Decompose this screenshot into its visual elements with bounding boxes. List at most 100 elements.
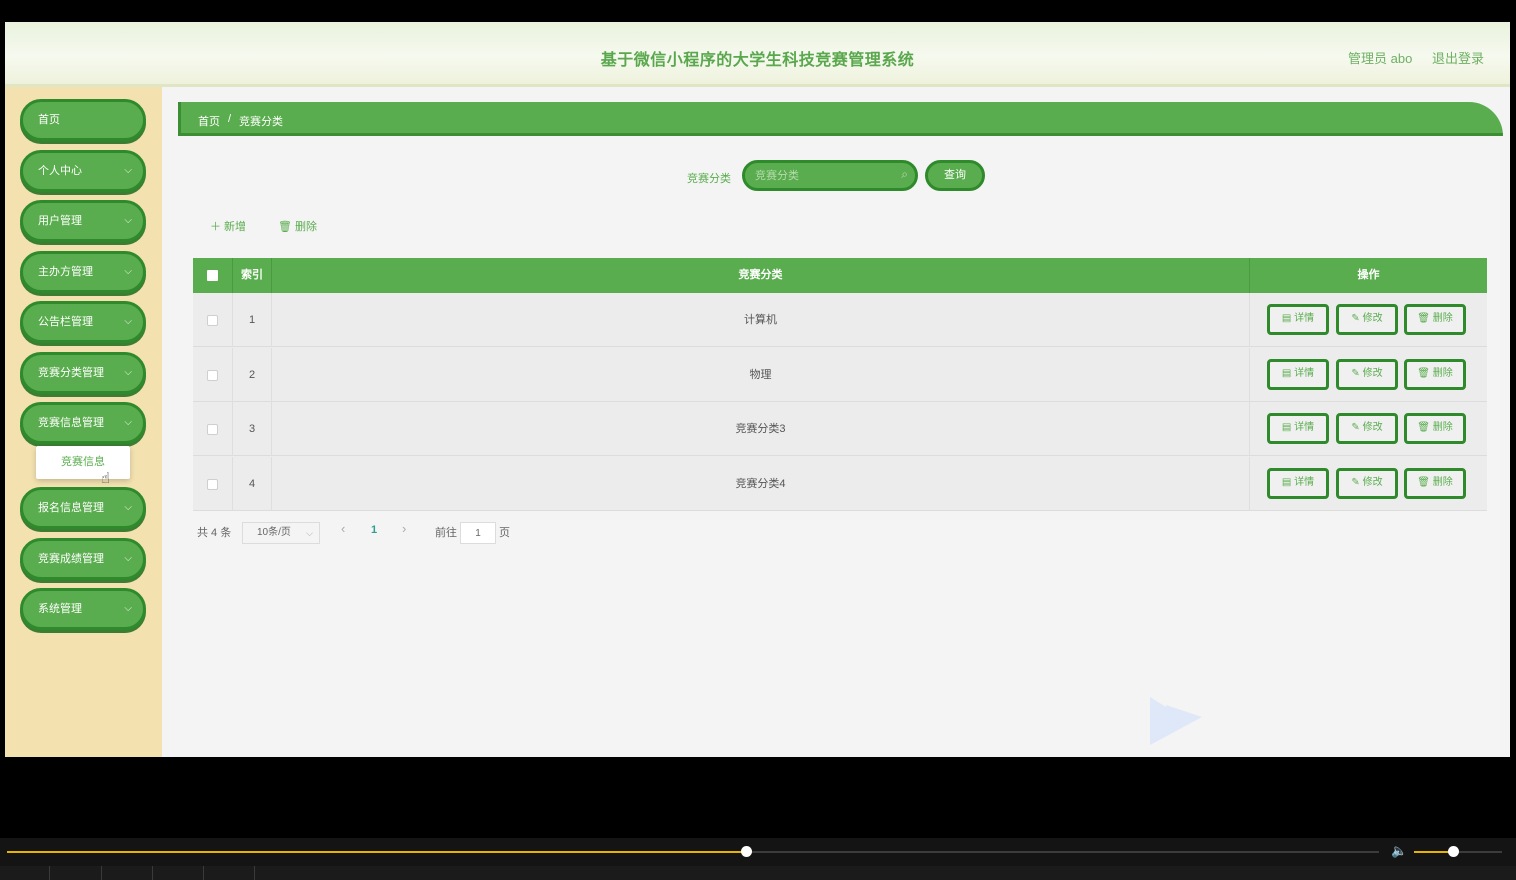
edit-button[interactable]: ✎ 修改 bbox=[1336, 467, 1398, 499]
goto-prefix: 前往 bbox=[435, 527, 457, 539]
volume-track[interactable] bbox=[1414, 846, 1502, 857]
admin-name: 管理员 abo bbox=[1348, 51, 1413, 66]
select-all-checkbox[interactable] bbox=[207, 270, 218, 281]
progress-track[interactable] bbox=[7, 846, 1379, 857]
chevron-down-icon: ⌵ bbox=[124, 165, 132, 176]
breadcrumb-separator: / bbox=[228, 113, 232, 125]
sidebar-item-label: 竞赛分类管理 bbox=[38, 367, 104, 379]
progress-knob[interactable] bbox=[740, 846, 752, 857]
sidebar-item-7[interactable]: 报名信息管理 ⌵ bbox=[20, 487, 146, 529]
page-size-select[interactable]: 10条/页 ⌵ bbox=[242, 522, 320, 544]
header-select bbox=[193, 258, 233, 293]
header-index: 索引 bbox=[233, 258, 272, 293]
row-index: 1 bbox=[233, 293, 272, 347]
sidebar-item-1[interactable]: 个人中心 ⌵ bbox=[20, 150, 146, 192]
row-select bbox=[193, 402, 233, 456]
sidebar-item-label: 首页 bbox=[38, 114, 60, 126]
row-select bbox=[193, 347, 233, 402]
add-button[interactable]: ＋ 新增 bbox=[210, 218, 246, 234]
volume-icon[interactable]: 🔈 bbox=[1391, 843, 1407, 859]
row-ops: ▤ 详情 ✎ 修改 🗑 删除 bbox=[1250, 402, 1487, 456]
delete-button[interactable]: 🗑 删除 bbox=[1404, 304, 1466, 335]
sidebar-item-0[interactable]: 首页 bbox=[20, 99, 146, 141]
sidebar-item-4[interactable]: 公告栏管理 ⌵ bbox=[20, 301, 146, 343]
page-title: 基于微信小程序的大学生科技竞赛管理系统 bbox=[600, 52, 915, 69]
row-select bbox=[193, 293, 233, 347]
batch-delete-button[interactable]: 🗑 删除 bbox=[278, 218, 317, 234]
delete-button[interactable]: 🗑 删除 bbox=[1404, 467, 1466, 499]
chevron-down-icon: ⌵ bbox=[124, 316, 132, 327]
header: 基于微信小程序的大学生科技竞赛管理系统 管理员 abo 退出登录 bbox=[5, 22, 1510, 87]
detail-button[interactable]: ▤ 详情 bbox=[1267, 358, 1329, 390]
search-field[interactable]: ⌕ bbox=[742, 160, 918, 191]
app-window: 基于微信小程序的大学生科技竞赛管理系统 管理员 abo 退出登录 首页个人中心 ⌵… bbox=[5, 22, 1510, 757]
row-category: 竞赛分类3 bbox=[272, 402, 1250, 456]
row-category: 物理 bbox=[272, 347, 1250, 402]
header-category: 竞赛分类 bbox=[272, 258, 1250, 293]
taskbar bbox=[0, 866, 1516, 880]
goto-page-input[interactable] bbox=[460, 522, 496, 544]
row-checkbox[interactable] bbox=[207, 424, 218, 435]
chevron-down-icon: ⌵ bbox=[124, 266, 132, 277]
category-table: 索引 竞赛分类 操作 1 计算机 ▤ 详情 ✎ 修改 🗑 删除 2 物理 ▤ 详情 ✎ 修改 🗑 … bbox=[193, 258, 1487, 511]
edit-button[interactable]: ✎ 修改 bbox=[1336, 413, 1398, 444]
prev-page-button[interactable]: ‹ bbox=[341, 521, 345, 536]
row-index: 2 bbox=[233, 347, 272, 402]
next-page-button[interactable]: › bbox=[402, 521, 406, 536]
breadcrumb: 首页 / 竞赛分类 bbox=[178, 102, 1503, 136]
detail-button[interactable]: ▤ 详情 bbox=[1267, 304, 1329, 335]
row-checkbox[interactable] bbox=[207, 478, 218, 490]
row-category: 计算机 bbox=[272, 293, 1250, 347]
chevron-down-icon: ⌵ bbox=[124, 502, 132, 513]
row-index: 4 bbox=[233, 456, 272, 511]
delete-button[interactable]: 🗑 删除 bbox=[1404, 358, 1466, 390]
sidebar-item-label: 竞赛信息管理 bbox=[38, 417, 104, 429]
detail-button[interactable]: ▤ 详情 bbox=[1267, 467, 1329, 499]
row-index: 3 bbox=[233, 402, 272, 456]
edit-button[interactable]: ✎ 修改 bbox=[1336, 358, 1398, 390]
table-row: 1 计算机 ▤ 详情 ✎ 修改 🗑 删除 bbox=[193, 293, 1487, 347]
sidebar-item-label: 个人中心 bbox=[38, 165, 82, 177]
sidebar-item-3[interactable]: 主办方管理 ⌵ bbox=[20, 251, 146, 293]
volume-knob[interactable] bbox=[1447, 846, 1459, 857]
sidebar-item-6[interactable]: 竞赛信息管理 ⌵ bbox=[20, 402, 146, 444]
goto-suffix: 页 bbox=[499, 527, 510, 539]
volume-fill bbox=[1414, 851, 1453, 853]
page-number-1[interactable]: 1 bbox=[371, 524, 377, 536]
sidebar-item-9[interactable]: 系统管理 ⌵ bbox=[20, 588, 146, 630]
sidebar-item-label: 主办方管理 bbox=[38, 266, 93, 278]
chevron-down-icon: ⌵ bbox=[124, 367, 132, 378]
video-player-bar: 🔈 bbox=[0, 838, 1516, 866]
table-row: 4 竞赛分类4 ▤ 详情 ✎ 修改 🗑 删除 bbox=[193, 456, 1487, 511]
sidebar-item-label: 公告栏管理 bbox=[38, 316, 93, 328]
chevron-down-icon: ⌵ bbox=[124, 603, 132, 614]
search-input[interactable] bbox=[755, 168, 895, 184]
row-checkbox[interactable] bbox=[207, 369, 218, 381]
table-row: 3 竞赛分类3 ▤ 详情 ✎ 修改 🗑 删除 bbox=[193, 402, 1487, 456]
breadcrumb-current: 竞赛分类 bbox=[239, 116, 283, 128]
table-row: 2 物理 ▤ 详情 ✎ 修改 🗑 删除 bbox=[193, 347, 1487, 402]
submenu-item-competition-info[interactable]: 竞赛信息 bbox=[36, 446, 130, 479]
sidebar-item-label: 系统管理 bbox=[38, 603, 82, 615]
query-button[interactable]: 查询 bbox=[925, 160, 985, 191]
sidebar-item-2[interactable]: 用户管理 ⌵ bbox=[20, 200, 146, 242]
search-icon: ⌕ bbox=[901, 167, 908, 181]
row-ops: ▤ 详情 ✎ 修改 🗑 删除 bbox=[1250, 348, 1487, 402]
search-label: 竞赛分类 bbox=[687, 173, 731, 185]
breadcrumb-home[interactable]: 首页 bbox=[198, 113, 220, 129]
delete-button[interactable]: 🗑 删除 bbox=[1404, 413, 1466, 444]
sidebar-item-5[interactable]: 竞赛分类管理 ⌵ bbox=[20, 352, 146, 394]
detail-button[interactable]: ▤ 详情 bbox=[1267, 413, 1329, 444]
chevron-down-icon: ⌵ bbox=[306, 528, 313, 538]
row-ops: ▤ 详情 ✎ 修改 🗑 删除 bbox=[1250, 293, 1487, 347]
hand-cursor-icon: ☝ bbox=[101, 470, 111, 487]
row-checkbox[interactable] bbox=[207, 315, 218, 326]
sidebar-item-8[interactable]: 竞赛成绩管理 ⌵ bbox=[20, 538, 146, 580]
edit-button[interactable]: ✎ 修改 bbox=[1336, 304, 1398, 335]
chevron-down-icon: ⌵ bbox=[124, 215, 132, 226]
sidebar-item-label: 报名信息管理 bbox=[38, 502, 104, 514]
logout-link[interactable]: 退出登录 bbox=[1432, 48, 1484, 67]
total-count: 共 4 条 bbox=[197, 527, 232, 539]
chevron-down-icon: ⌵ bbox=[124, 417, 132, 428]
row-category: 竞赛分类4 bbox=[272, 456, 1250, 511]
